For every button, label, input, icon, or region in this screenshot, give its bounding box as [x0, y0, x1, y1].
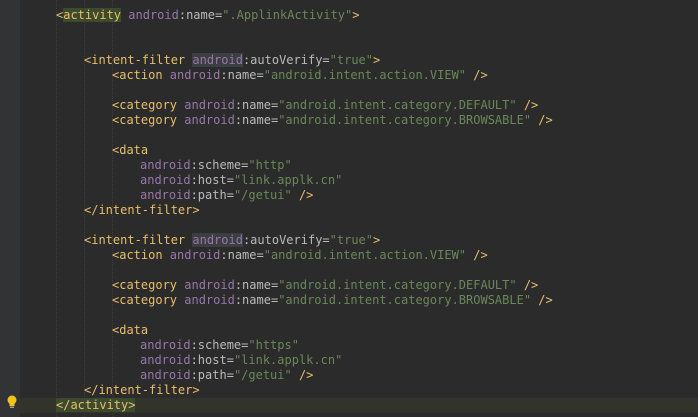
- code-token: android: [140, 338, 191, 352]
- code-token: >: [373, 233, 381, 247]
- code-line[interactable]: <action android:name="android.intent.act…: [112, 68, 488, 83]
- code-line[interactable]: android:host="link.applk.cn": [140, 173, 342, 188]
- code-token: "https": [248, 338, 299, 352]
- code-line[interactable]: <category android:name="android.intent.c…: [112, 113, 553, 128]
- code-token: :path=: [190, 368, 234, 382]
- code-token: />: [291, 368, 314, 382]
- code-token: android: [140, 353, 191, 367]
- code-token: android: [184, 98, 235, 112]
- code-token: android: [192, 233, 243, 247]
- code-token: android: [192, 53, 243, 67]
- code-line[interactable]: </activity>: [56, 398, 136, 413]
- code-token: />: [531, 113, 553, 127]
- code-token: ".ApplinkActivity": [222, 8, 353, 22]
- code-token: </intent-filter>: [84, 203, 200, 217]
- code-token: >: [352, 8, 360, 22]
- code-line[interactable]: <category android:name="android.intent.c…: [112, 98, 538, 113]
- code-token: "android.intent.action.VIEW": [263, 248, 467, 262]
- code-token: :name=: [220, 248, 264, 262]
- code-token: />: [291, 188, 314, 202]
- code-token: "android.intent.category.BROWSABLE": [278, 113, 532, 127]
- code-token: activity: [63, 8, 122, 22]
- code-line[interactable]: <data: [112, 323, 148, 338]
- code-token: "http": [248, 158, 292, 172]
- code-token: android: [140, 173, 191, 187]
- code-token: :autoVerify=: [242, 53, 330, 67]
- code-token: android: [140, 188, 191, 202]
- code-token: "android.intent.category.DEFAULT": [278, 278, 517, 292]
- code-line[interactable]: </intent-filter>: [84, 383, 200, 398]
- code-token: />: [516, 278, 539, 292]
- code-token: :name=: [234, 278, 279, 292]
- code-token: :name=: [234, 293, 279, 307]
- code-token: android: [184, 278, 235, 292]
- code-line[interactable]: <data: [112, 143, 148, 158]
- code-token: <action: [112, 68, 170, 82]
- code-line[interactable]: android:scheme="http": [140, 158, 292, 173]
- code-token: :host=: [190, 173, 234, 187]
- code-token: :name=: [234, 113, 279, 127]
- code-token: <data: [112, 143, 149, 157]
- code-token: :name=: [220, 68, 264, 82]
- code-editor[interactable]: <activity android:name=".ApplinkActivity…: [0, 0, 698, 417]
- code-token: </activity>: [56, 398, 136, 412]
- code-token: android: [140, 158, 191, 172]
- indent-guide: [56, 0, 57, 417]
- code-token: :name=: [178, 8, 223, 22]
- editor-gutter[interactable]: [0, 0, 20, 417]
- code-token: <data: [112, 323, 149, 337]
- code-token: "/getui": [233, 368, 292, 382]
- code-token: <action: [112, 248, 170, 262]
- code-token: android: [169, 68, 221, 82]
- code-line[interactable]: android:host="link.applk.cn": [140, 353, 342, 368]
- code-token: >: [373, 53, 381, 67]
- code-token: />: [531, 293, 553, 307]
- code-token: <category: [112, 98, 185, 112]
- code-line[interactable]: </intent-filter>: [84, 203, 200, 218]
- code-token: :autoVerify=: [242, 233, 330, 247]
- code-token: />: [466, 68, 488, 82]
- code-token: />: [516, 98, 539, 112]
- code-token: "link.applk.cn": [233, 353, 343, 367]
- code-line[interactable]: android:path="/getui" />: [140, 368, 313, 383]
- code-token: "android.intent.category.DEFAULT": [278, 98, 517, 112]
- code-token: android: [184, 113, 235, 127]
- code-token: <category: [112, 113, 185, 127]
- code-line[interactable]: <intent-filter android:autoVerify="true"…: [84, 233, 380, 248]
- code-line[interactable]: <category android:name="android.intent.c…: [112, 278, 538, 293]
- code-token: "link.applk.cn": [233, 173, 343, 187]
- code-token: :host=: [190, 353, 234, 367]
- code-line[interactable]: <activity android:name=".ApplinkActivity…: [56, 8, 359, 23]
- code-token: :path=: [190, 188, 234, 202]
- code-token: :scheme=: [190, 338, 249, 352]
- code-token: <category: [112, 293, 185, 307]
- code-token: "true": [329, 53, 374, 67]
- code-line[interactable]: <intent-filter android:autoVerify="true"…: [84, 53, 380, 68]
- code-token: android: [140, 368, 191, 382]
- code-token: "android.intent.action.VIEW": [263, 68, 467, 82]
- code-token: "android.intent.category.BROWSABLE": [278, 293, 532, 307]
- code-token: </intent-filter>: [84, 383, 200, 397]
- code-token: "true": [329, 233, 374, 247]
- code-token: android: [128, 8, 179, 22]
- code-line[interactable]: <action android:name="android.intent.act…: [112, 248, 488, 263]
- code-token: <intent-filter: [84, 233, 193, 247]
- code-token: :scheme=: [190, 158, 249, 172]
- code-line[interactable]: <category android:name="android.intent.c…: [112, 293, 553, 308]
- lightbulb-icon[interactable]: [6, 395, 18, 409]
- code-line[interactable]: android:path="/getui" />: [140, 188, 313, 203]
- code-line[interactable]: android:scheme="https": [140, 338, 299, 353]
- code-token: />: [466, 248, 488, 262]
- code-token: android: [169, 248, 221, 262]
- code-token: :name=: [234, 98, 279, 112]
- code-token: <intent-filter: [84, 53, 193, 67]
- code-token: <category: [112, 278, 185, 292]
- code-token: android: [184, 293, 235, 307]
- code-token: "/getui": [233, 188, 292, 202]
